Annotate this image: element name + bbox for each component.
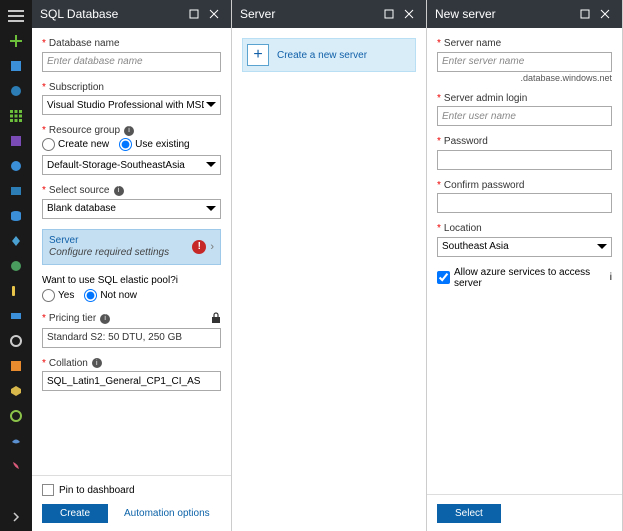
server-panel: Server + Create a new server [232,0,427,531]
hamburger-menu-icon[interactable] [0,4,32,28]
server-name-input[interactable] [437,52,612,72]
database-name-input[interactable] [42,52,221,72]
nav-item-icon[interactable] [0,78,32,103]
location-label: Location [444,223,482,234]
error-icon: ! [192,240,206,254]
info-icon[interactable]: i [92,358,102,368]
maximize-icon[interactable] [576,5,594,23]
left-nav-sidebar [0,0,32,531]
nav-item-icon[interactable] [0,178,32,203]
collation-input[interactable] [42,371,221,391]
pricing-tier-value[interactable]: Standard S2: 50 DTU, 250 GB [42,328,221,348]
pin-to-dashboard-checkbox[interactable]: Pin to dashboard [42,484,221,496]
elastic-pool-label: Want to use SQL elastic pool? [42,275,176,286]
nav-item-icon[interactable] [0,378,32,403]
nav-item-icon[interactable] [0,203,32,228]
nav-item-icon[interactable] [0,153,32,178]
resource-group-select[interactable]: Default-Storage-SoutheastAsia [42,155,221,175]
info-icon[interactable]: i [100,314,110,324]
elastic-notnow-radio[interactable]: Not now [84,289,137,302]
subscription-select[interactable]: Visual Studio Professional with MSDN [42,95,221,115]
new-icon[interactable] [0,28,32,53]
rg-create-new-radio[interactable]: Create new [42,138,109,151]
panel-title: Server [240,7,378,21]
password-label: Password [444,136,488,147]
create-button[interactable]: Create [42,504,108,523]
plus-icon: + [247,44,269,66]
lock-icon [211,312,221,326]
subscription-label: Subscription [49,82,104,93]
src-label: Select source [49,185,110,196]
expand-sidebar-icon[interactable] [0,503,32,531]
elastic-yes-radio[interactable]: Yes [42,289,74,302]
create-new-server-button[interactable]: + Create a new server [242,38,416,72]
nav-item-icon[interactable] [0,453,32,478]
location-select[interactable]: Southeast Asia [437,237,612,257]
nav-item-icon[interactable] [0,128,32,153]
password-input[interactable] [437,150,612,170]
new-server-panel: New server *Server name .database.window… [427,0,623,531]
panel-title: SQL Database [40,7,183,21]
collation-label: Collation [49,358,88,369]
automation-options-link[interactable]: Automation options [124,508,210,519]
maximize-icon[interactable] [185,5,203,23]
admin-login-input[interactable] [437,106,612,126]
nav-item-icon[interactable] [0,278,32,303]
info-icon[interactable]: i [610,272,612,283]
select-source-select[interactable]: Blank database [42,199,221,219]
close-icon[interactable] [596,5,614,23]
confirm-password-input[interactable] [437,193,612,213]
dbname-label: Database name [49,38,120,49]
nav-item-icon[interactable] [0,228,32,253]
tier-label: Pricing tier [49,313,96,324]
server-name-suffix: .database.windows.net [437,73,612,83]
nav-item-icon[interactable] [0,353,32,378]
server-name-label: Server name [444,38,501,49]
nav-item-icon[interactable] [0,303,32,328]
close-icon[interactable] [205,5,223,23]
chevron-right-icon: › [210,241,214,253]
nav-item-icon[interactable] [0,103,32,128]
nav-item-icon[interactable] [0,253,32,278]
allow-azure-services-checkbox[interactable]: Allow azure services to access serveri [437,267,612,289]
close-icon[interactable] [400,5,418,23]
rg-use-existing-radio[interactable]: Use existing [119,138,189,151]
info-icon[interactable]: i [176,275,178,286]
nav-item-icon[interactable] [0,328,32,353]
nav-item-icon[interactable] [0,403,32,428]
sql-database-panel: SQL Database *Database name *Subscriptio… [32,0,232,531]
rg-label: Resource group [49,125,120,136]
info-icon[interactable]: i [124,126,134,136]
info-icon[interactable]: i [114,186,124,196]
panel-title: New server [435,7,574,21]
server-configure-button[interactable]: Server Configure required settings ! › [42,229,221,265]
confirm-password-label: Confirm password [444,180,525,191]
select-button[interactable]: Select [437,504,501,523]
admin-login-label: Server admin login [444,93,527,104]
maximize-icon[interactable] [380,5,398,23]
nav-item-icon[interactable] [0,53,32,78]
nav-item-icon[interactable] [0,428,32,453]
